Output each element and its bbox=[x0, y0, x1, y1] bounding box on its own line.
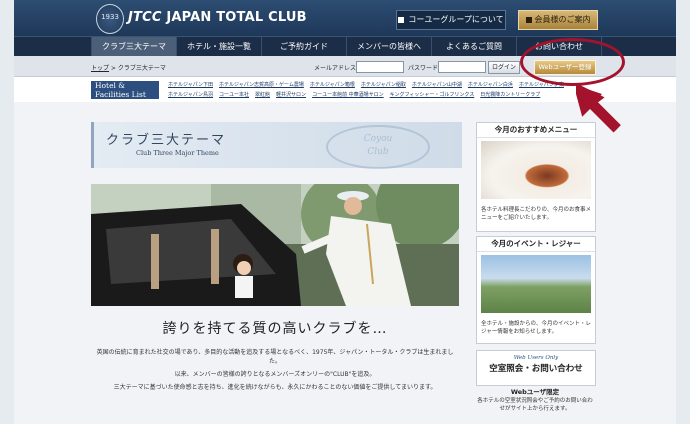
page-title-card: クラブ三大テーマ Club Three Major Theme Coyou Cl… bbox=[91, 122, 462, 169]
logo-prefix: JTCC bbox=[128, 10, 162, 25]
monthly-event-caption: 全ホテル・施設からの、今月のイベント・レジャー情報をお知らせします。 bbox=[481, 321, 592, 335]
hotel-link[interactable]: コーユー本社 bbox=[219, 90, 249, 100]
nav-item-members[interactable]: メンバーの皆様へ bbox=[346, 37, 431, 57]
page-subtitle: Club Three Major Theme bbox=[136, 149, 219, 157]
hotel-link[interactable]: ホテルジャパン志賀高原・ゲーム農場 bbox=[219, 80, 304, 90]
group-about-label: コーユーグループについて bbox=[408, 15, 504, 24]
top-header: 1933 JTCC JAPAN TOTAL CLUB コーユーグループについて … bbox=[14, 0, 676, 36]
intro-paragraph: 英国の伝統に育まれた社交の場であり、多目的な活動を追及する場となるべく、1975… bbox=[96, 349, 454, 365]
monthly-menu-caption: 各ホテル料理長こだわりの、今月のお食事メニューをご紹介いたします。 bbox=[481, 207, 592, 221]
login-button[interactable]: ログイン bbox=[488, 61, 520, 74]
intro-paragraph: 以来、メンバーの皆様の誇りとなるメンバーズオンリーの"CLUB"を追及。 bbox=[174, 371, 376, 378]
email-field[interactable] bbox=[356, 61, 404, 73]
monthly-menu-card[interactable]: 今月のおすすめメニュー 各ホテル料理長こだわりの、今月のお食事メニューをご紹介い… bbox=[476, 122, 596, 232]
badge-line2: Facilities List bbox=[95, 90, 146, 99]
hero-photo bbox=[91, 184, 459, 306]
nav-item-themes[interactable]: クラブ三大テーマ bbox=[91, 37, 176, 57]
member-guide-button[interactable]: 会員様のご案内 bbox=[518, 10, 598, 30]
square-icon bbox=[398, 16, 405, 23]
breadcrumb-separator: > bbox=[109, 65, 118, 72]
intro-paragraph: 三大テーマに基づいた使命感と志を持ち、進化を続けながらも、永久にかわることのない… bbox=[113, 384, 437, 391]
hotel-link[interactable]: 軽井沢サロン bbox=[276, 90, 306, 100]
page-title: クラブ三大テーマ bbox=[106, 133, 227, 148]
club-seal-watermark: Coyou Club bbox=[326, 125, 430, 169]
dish-photo bbox=[481, 141, 591, 199]
hotel-links: ホテルジャパン下田 ホテルジャパン志賀高原・ゲーム農場 ホテルジャパン箱根 ホテルジャ… bbox=[168, 80, 598, 100]
hotel-link[interactable]: キングフィッシャー・ゴルフリンクス bbox=[390, 90, 475, 100]
hotel-link[interactable]: 翠紅館 bbox=[255, 90, 270, 100]
mail-label: メールアドレス bbox=[314, 65, 357, 72]
web-only-note: Webユーザ限定 各ホテルの空室状況照会やご予約のお問い合わせがサイト上から行え… bbox=[476, 388, 594, 413]
vacancy-contact-card[interactable]: Web Users Only 空室照会・お問い合わせ bbox=[476, 350, 596, 386]
web-only-caption: 各ホテルの空室状況照会やご予約のお問い合わせがサイト上から行えます。 bbox=[477, 398, 593, 412]
crest-text: 1933 bbox=[101, 13, 119, 21]
club-crest-icon: 1933 bbox=[96, 4, 124, 34]
logo-main: JAPAN TOTAL CLUB bbox=[166, 10, 307, 25]
square-icon bbox=[525, 16, 532, 23]
breadcrumb-current: クラブ三大テーマ bbox=[117, 65, 166, 72]
hotel-facilities-badge[interactable]: Hotel & Facilities List bbox=[91, 81, 159, 99]
mountain-photo bbox=[481, 255, 591, 313]
monthly-event-title: 今月のイベント・レジャー bbox=[477, 237, 595, 252]
breadcrumb: トップ > クラブ三大テーマ bbox=[91, 63, 166, 72]
hotel-link[interactable]: ホテルジャパン山中湖 bbox=[412, 80, 462, 90]
nav-item-reservation-guide[interactable]: ご予約ガイド bbox=[261, 37, 346, 57]
hotel-link[interactable]: ホテルジャパン箱根 bbox=[310, 80, 355, 90]
annotation-highlight-circle bbox=[520, 38, 625, 86]
contact-title: 空室照会・お問い合わせ bbox=[489, 364, 583, 374]
site-logo[interactable]: JTCC JAPAN TOTAL CLUB bbox=[128, 10, 307, 25]
badge-line1: Hotel & bbox=[95, 81, 125, 90]
web-only-title: Webユーザ限定 bbox=[510, 388, 560, 396]
member-guide-label: 会員様のご案内 bbox=[534, 15, 591, 24]
hotel-link[interactable]: ホテルジャパン鳥羽 bbox=[168, 90, 213, 100]
headline: 誇りを持てる質の高いクラブを… bbox=[162, 321, 388, 337]
password-label: パスワード bbox=[408, 65, 439, 72]
hotel-link[interactable]: ホテルジャパン白浜 bbox=[468, 80, 513, 90]
group-about-button[interactable]: コーユーグループについて bbox=[396, 10, 506, 30]
hotel-link[interactable]: 日光霧降カントリークラブ bbox=[480, 90, 540, 100]
intro-text: 英国の伝統に育まれた社交の場であり、多目的な活動を追及する場となるべく、1975… bbox=[91, 348, 459, 396]
breadcrumb-home[interactable]: トップ bbox=[91, 65, 109, 72]
seal-line1: Coyou bbox=[363, 134, 393, 144]
contact-en-label: Web Users Only bbox=[513, 355, 559, 361]
password-field[interactable] bbox=[438, 61, 486, 73]
hero-photo-illustration bbox=[91, 184, 459, 306]
nav-item-hotels[interactable]: ホテル・施設一覧 bbox=[176, 37, 261, 57]
nav-item-faq[interactable]: よくあるご質問 bbox=[431, 37, 516, 57]
hotel-link[interactable]: ホテルジャパン下田 bbox=[168, 80, 213, 90]
seal-line2: Club bbox=[367, 147, 389, 157]
annotation-arrow-icon bbox=[576, 84, 621, 133]
monthly-event-card[interactable]: 今月のイベント・レジャー 全ホテル・施設からの、今月のイベント・レジャー情報をお… bbox=[476, 236, 596, 344]
hotel-link[interactable]: ホテルジャパン稲取 bbox=[361, 80, 406, 90]
hotel-link[interactable]: コーユー本館前 中華酒場サロン bbox=[312, 90, 384, 100]
